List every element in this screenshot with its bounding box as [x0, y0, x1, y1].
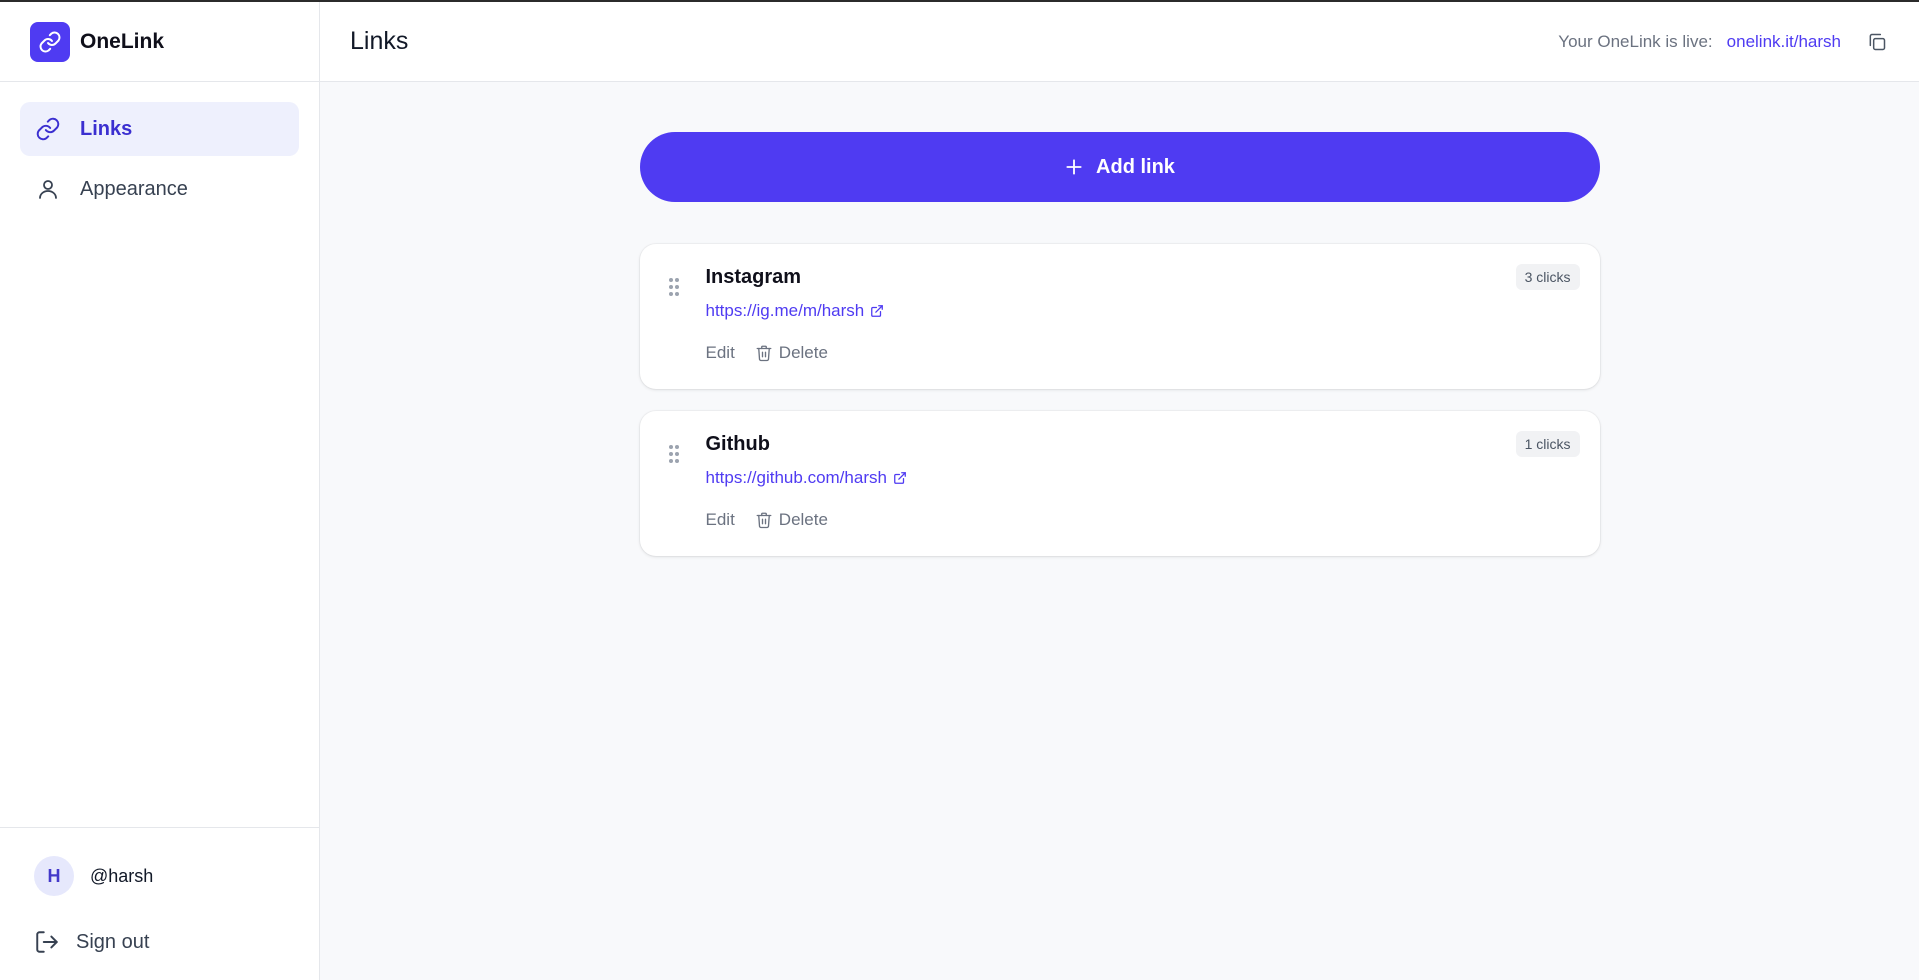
clicks-badge: 3 clicks — [1515, 264, 1580, 290]
sidebar-item-label: Appearance — [80, 177, 188, 200]
top-bar: Links Your OneLink is live: onelink.it/h… — [320, 2, 1919, 82]
link-actions: Edit Delete — [706, 510, 1580, 530]
edit-button[interactable]: Edit — [706, 343, 735, 363]
drag-handle-icon[interactable] — [666, 276, 682, 298]
link-title: Instagram — [705, 266, 802, 288]
sign-out-icon — [36, 931, 58, 953]
trash-icon — [755, 344, 773, 362]
public-link[interactable]: onelink.it/harsh — [1727, 32, 1841, 52]
brand[interactable]: OneLink — [0, 2, 319, 82]
add-link-label: Add link — [1096, 155, 1175, 178]
delete-button[interactable]: Delete — [755, 343, 828, 363]
link-url-row: https://ig.me/m/harsh — [706, 301, 1580, 321]
delete-label: Delete — [778, 510, 828, 529]
drag-handle-icon[interactable] — [666, 443, 682, 465]
link-icon — [39, 31, 61, 52]
link-card: Github https://github.com/harsh Edit Del… — [639, 411, 1600, 556]
delete-label: Delete — [778, 343, 828, 362]
sidebar-item-label: Links — [80, 117, 133, 140]
link-icon — [34, 115, 62, 143]
user-profile[interactable]: H @harsh — [34, 856, 299, 896]
app-root: OneLink Links Appearance H @harsh Sign o… — [0, 2, 1919, 980]
link-card: Instagram https://ig.me/m/harsh Edit Del… — [639, 244, 1600, 389]
link-url[interactable]: https://github.com/harsh — [706, 468, 887, 488]
sign-out-button[interactable]: Sign out — [34, 924, 299, 960]
sidebar-footer: H @harsh Sign out — [0, 827, 319, 980]
link-url-row: https://github.com/harsh — [706, 468, 1580, 488]
external-link-icon[interactable] — [870, 304, 884, 318]
brand-logo — [30, 21, 70, 62]
clicks-badge: 1 clicks — [1515, 431, 1580, 457]
avatar: H — [34, 856, 74, 896]
username: @harsh — [90, 865, 154, 886]
links-container: Add link Instagram https://ig.me/m/harsh — [639, 132, 1600, 556]
live-link-area: Your OneLink is live: onelink.it/harsh — [1558, 30, 1889, 54]
main-area: Links Your OneLink is live: onelink.it/h… — [320, 2, 1919, 980]
page-title: Links — [350, 27, 409, 55]
plus-icon — [1064, 157, 1084, 177]
trash-icon — [755, 511, 773, 529]
links-content: Add link Instagram https://ig.me/m/harsh — [320, 82, 1919, 980]
add-link-button[interactable]: Add link — [639, 132, 1600, 202]
copy-link-button[interactable] — [1865, 30, 1889, 54]
link-title: Github — [705, 433, 770, 455]
sidebar-item-links[interactable]: Links — [20, 102, 299, 156]
sidebar-nav: Links Appearance — [0, 82, 319, 827]
link-actions: Edit Delete — [706, 343, 1580, 363]
sign-out-label: Sign out — [76, 930, 150, 953]
sidebar-item-appearance[interactable]: Appearance — [20, 162, 299, 216]
copy-icon — [1869, 33, 1886, 50]
brand-name: OneLink — [80, 29, 165, 53]
user-icon — [34, 175, 62, 203]
delete-button[interactable]: Delete — [755, 510, 828, 530]
external-link-icon[interactable] — [893, 471, 907, 485]
edit-button[interactable]: Edit — [706, 510, 735, 530]
link-url[interactable]: https://ig.me/m/harsh — [706, 301, 865, 321]
live-status-text: Your OneLink is live: — [1558, 31, 1713, 51]
sidebar: OneLink Links Appearance H @harsh Sign o… — [0, 2, 320, 980]
